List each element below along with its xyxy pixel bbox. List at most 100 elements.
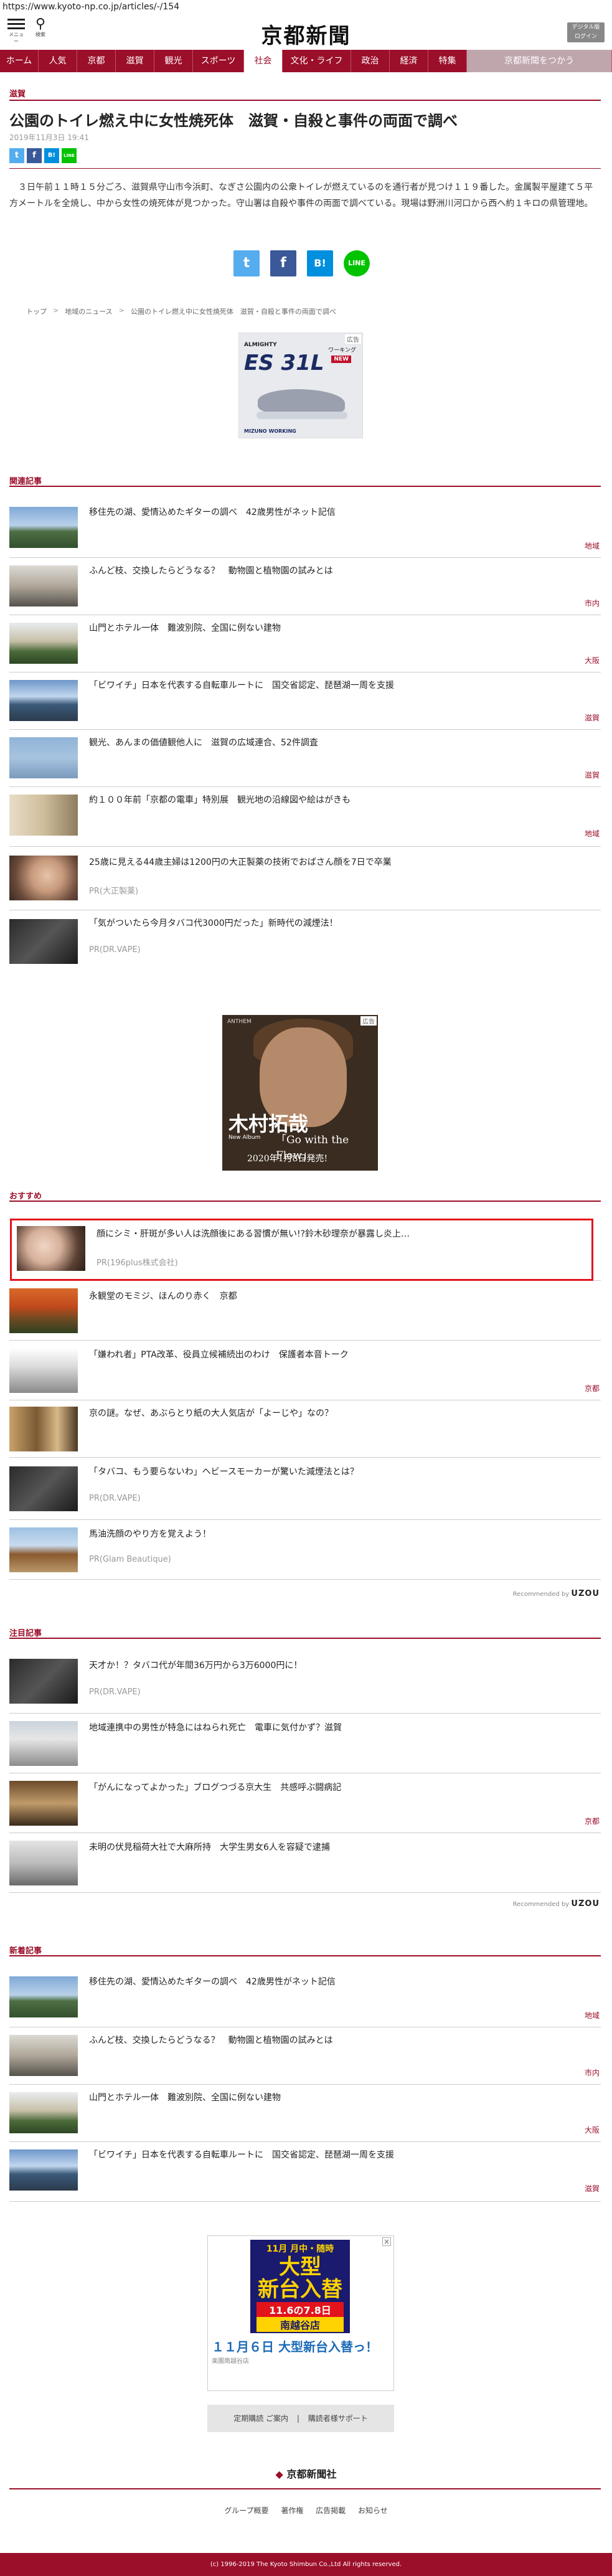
close-icon[interactable]: ×	[382, 2237, 391, 2246]
item-category[interactable]: 京都	[585, 1383, 600, 1394]
footer-link-ads[interactable]: 広告掲載	[316, 2506, 346, 2515]
list-item[interactable]: 約１００年前「京都の電車」特別展 観光地の沿線図や絵はがきも 地域	[9, 787, 601, 847]
list-item[interactable]: 「気がついたら今月タバコ代3000円だった」新時代の減煙法！ PR(DR.VAP…	[9, 910, 601, 970]
login-label: ログイン	[574, 34, 597, 40]
item-category[interactable]: 京都	[585, 1816, 600, 1826]
twitter-icon[interactable]: t	[233, 250, 260, 276]
list-item[interactable]: 未明の伏見稲荷大社で大麻所持 大学生男女6人を容疑で逮捕	[9, 1833, 601, 1893]
facebook-icon[interactable]: f	[270, 250, 296, 276]
divider	[9, 168, 601, 169]
nav-shiga[interactable]: 滋賀	[116, 50, 154, 72]
url-bar[interactable]: https://www.kyoto-np.co.jp/articles/-/15…	[0, 0, 612, 14]
pachinko-ad[interactable]: × 11月 月中・随時 大型 新台入替 11.6の7.8日 南越谷店 １１月６日…	[207, 2235, 394, 2391]
nav-kanko[interactable]: 観光	[154, 50, 193, 72]
article-section[interactable]: 滋賀	[9, 87, 26, 99]
item-title: 「ビワイチ」日本を代表する自転車ルートに 国交省認定、琵琶湖一周を支援	[89, 2150, 394, 2160]
list-item[interactable]: 地域連携中の男性が特急にはねられ死亡 電車に気付かず？滋賀	[9, 1714, 601, 1773]
item-sponsor: PR(Glam Beautique)	[89, 1555, 171, 1564]
item-title: 馬油洗顔のやり方を覚えよう！	[89, 1529, 211, 1539]
list-item[interactable]: 馬油洗顔のやり方を覚えよう！ PR(Glam Beautique)	[9, 1520, 601, 1580]
list-item[interactable]: 移住先の湖、愛情込めたギターの調べ 42歳男性がネット記信 地域	[9, 1968, 601, 2027]
hatena-icon[interactable]: B!	[307, 250, 333, 276]
item-title: 天才か！？タバコ代が年間36万円から3万6000円に！	[89, 1661, 303, 1671]
thumbnail	[9, 1407, 78, 1451]
item-category[interactable]: 市内	[585, 2067, 600, 2078]
list-item[interactable]: 「タバコ、もう要らないわ」ヘビースモーカーが驚いた減煙法とは？ PR(DR.VA…	[9, 1458, 601, 1520]
nav-home[interactable]: ホーム	[0, 50, 39, 72]
thumbnail	[9, 623, 78, 664]
recommended-by[interactable]: Recommended by UZOU	[513, 1589, 600, 1598]
site-logo[interactable]: 京都新聞	[0, 19, 612, 49]
nav-sports[interactable]: スポーツ	[193, 50, 244, 72]
subscription-guide-link[interactable]: 定期購読 ご案内	[233, 2414, 288, 2423]
nav-special[interactable]: 特集	[428, 50, 467, 72]
hatena-icon[interactable]: B!	[44, 148, 59, 163]
twitter-icon[interactable]: t	[9, 148, 24, 163]
footer-logo[interactable]: ◆ 京都新聞社	[0, 2466, 612, 2481]
item-category[interactable]: 地域	[585, 2010, 600, 2021]
uzou-logo: UZOU	[571, 1589, 600, 1598]
footer-link-news[interactable]: お知らせ	[358, 2506, 388, 2515]
list-item[interactable]: 永観堂のモミジ、ほんのり赤く 京都	[9, 1281, 601, 1341]
share-bar-top: t f B! LINE	[9, 148, 77, 163]
thumbnail	[9, 1466, 78, 1511]
nav-popular[interactable]: 人気	[39, 50, 77, 72]
footer-link-group[interactable]: グループ概要	[224, 2506, 268, 2515]
list-item[interactable]: 観光、あんまの価値観他人に 滋賀の広域連合、52件調査 滋賀	[9, 730, 601, 787]
item-category[interactable]: 大阪	[585, 655, 600, 666]
list-item[interactable]: ふんど枝、交換したらどうなる？ 動物園と植物園の試みとは 市内	[9, 2027, 601, 2085]
recommended-by[interactable]: Recommended by UZOU	[513, 1899, 600, 1908]
ad-release-date: 2020年1月8日発売!	[247, 1154, 328, 1164]
item-category[interactable]: 滋賀	[585, 770, 600, 780]
nav-culture[interactable]: 文化・ライフ	[283, 50, 351, 72]
thumbnail	[9, 1527, 78, 1572]
shoe-ad[interactable]: 広告 ALMIGHTY ES 31L ワーキング NEW MIZUNO WORK…	[238, 333, 363, 438]
breadcrumb-local-news[interactable]: 地域のニュース	[65, 306, 112, 316]
line-icon[interactable]: LINE	[344, 250, 370, 276]
ad-badge: 広告	[360, 1016, 377, 1026]
item-category[interactable]: 滋賀	[585, 712, 600, 723]
nav-economy[interactable]: 経済	[390, 50, 428, 72]
list-item[interactable]: ふんど枝、交換したらどうなる？ 動物園と植物園の試みとは 市内	[9, 558, 601, 615]
item-category[interactable]: 市内	[585, 598, 600, 608]
list-item[interactable]: 「ビワイチ」日本を代表する自転車ルートに 国交省認定、琵琶湖一周を支援 滋賀	[9, 2142, 601, 2202]
thumbnail	[9, 919, 78, 964]
ad-logo: ANTHEM	[227, 1019, 252, 1025]
item-title: 「気がついたら今月タバコ代3000円だった」新時代の減煙法！	[89, 918, 338, 928]
list-item[interactable]: 山門とホテル一体 難波別院、全国に例ない建物 大阪	[9, 2085, 601, 2142]
list-item[interactable]: 移住先の湖、愛情込めたギターの調べ 42歳男性がネット記信 地域	[9, 498, 601, 558]
list-item[interactable]: 京の謎。なぜ、あぶらとり紙の大人気店が「よーじや」なの？	[9, 1400, 601, 1458]
nav-use-kyoto-np[interactable]: 京都新聞をつかう	[467, 50, 612, 72]
digital-login-button[interactable]: デジタル版 ログイン	[567, 22, 605, 42]
breadcrumb: トップ > 地域のニュース > 公園のトイレ燃え中に女性焼死体 滋賀・自殺と事件…	[26, 306, 336, 316]
list-item[interactable]: 山門とホテル一体 難波別院、全国に例ない建物 大阪	[9, 615, 601, 672]
list-item[interactable]: 「がんになってよかった」ブログつづる京大生 共感呼ぶ闘病記 京都	[9, 1773, 601, 1833]
ad-tag: ワーキング	[328, 347, 356, 354]
facebook-icon[interactable]: f	[27, 148, 42, 163]
subscriber-support-link[interactable]: 購読者様サポート	[308, 2414, 368, 2423]
item-category[interactable]: 滋賀	[585, 2183, 600, 2194]
nav-kyoto[interactable]: 京都	[77, 50, 116, 72]
list-item[interactable]: 「嫌われ者」PTA改革、役員立候補続出のわけ 保護者本音トーク 京都	[9, 1341, 601, 1400]
nav-society[interactable]: 社会	[244, 50, 283, 72]
ad-headline: １１月６日 大型新台入替っ！	[212, 2339, 378, 2354]
share-bar-bottom: t f B! LINE	[233, 250, 370, 276]
breadcrumb-current: 公園のトイレ燃え中に女性焼死体 滋賀・自殺と事件の両面で調べ	[130, 308, 336, 316]
line-icon[interactable]: LINE	[62, 148, 77, 163]
list-item[interactable]: 天才か！？タバコ代が年間36万円から3万6000円に！ PR(DR.VAPE)	[9, 1651, 601, 1714]
item-category[interactable]: 大阪	[585, 2125, 600, 2135]
footer-link-copyright[interactable]: 著作権	[281, 2506, 303, 2515]
item-sponsor: PR(DR.VAPE)	[89, 945, 141, 955]
shoe-sole-image	[257, 412, 347, 419]
nav-politics[interactable]: 政治	[351, 50, 390, 72]
list-item[interactable]: 「ビワイチ」日本を代表する自転車ルートに 国交省認定、琵琶湖一周を支援 滋賀	[9, 672, 601, 730]
item-category[interactable]: 地域	[585, 540, 600, 551]
thumbnail	[9, 1841, 78, 1885]
thumbnail	[9, 1288, 78, 1333]
album-ad[interactable]: ANTHEM 広告 木村拓哉 New Album 「Go with the Fl…	[222, 1015, 378, 1171]
list-item[interactable]: 25歳に見える44歳主婦は1200円の大正製薬の技術でおばさん顔を7日で卒業 P…	[9, 847, 601, 910]
divider	[9, 1201, 601, 1202]
breadcrumb-top[interactable]: トップ	[26, 306, 47, 316]
item-category[interactable]: 地域	[585, 828, 600, 839]
item-title: ふんど枝、交換したらどうなる？ 動物園と植物園の試みとは	[89, 566, 333, 576]
